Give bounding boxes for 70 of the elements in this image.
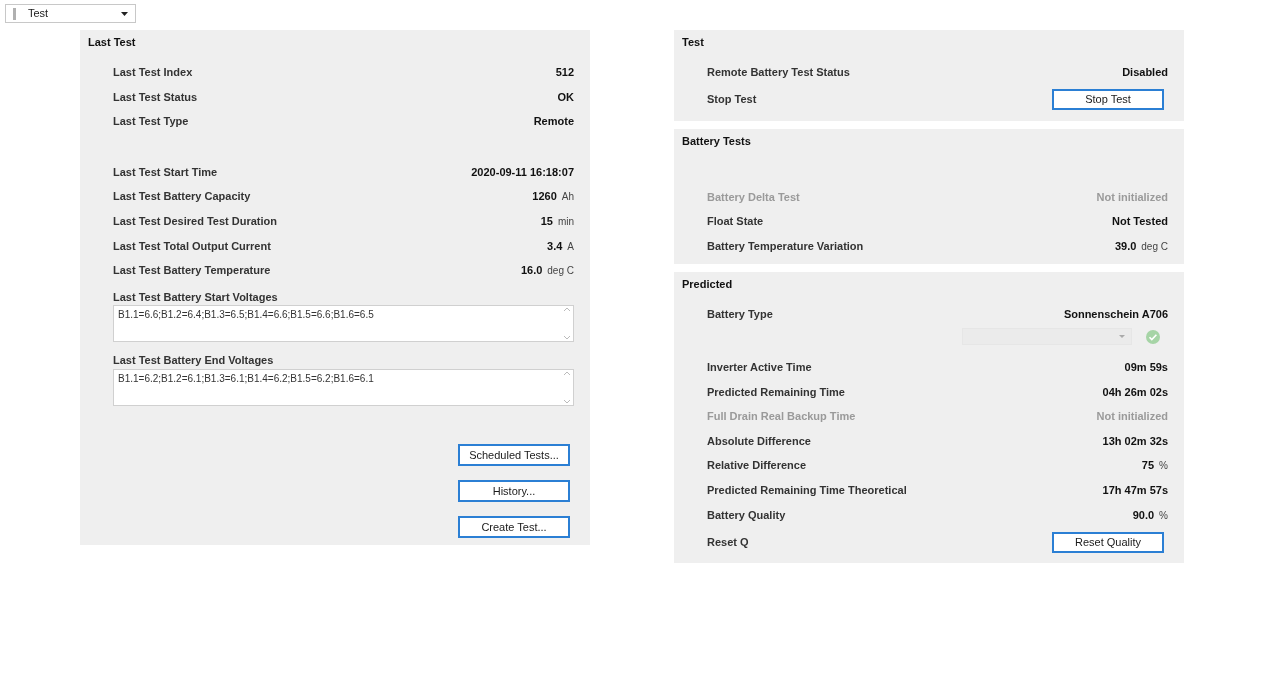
scroll-down-icon[interactable] bbox=[563, 398, 571, 404]
field-label: Last Test Type bbox=[113, 114, 189, 130]
field-label: Battery Delta Test bbox=[707, 189, 800, 205]
field-value: 3.4 bbox=[547, 238, 563, 254]
field-value: 13h 02m 32s bbox=[1102, 433, 1168, 449]
scroll-down-icon[interactable] bbox=[563, 335, 571, 341]
check-circle-icon[interactable] bbox=[1146, 329, 1160, 344]
field-value: 04h 26m 02s bbox=[1102, 384, 1168, 400]
panel-title: Predicted bbox=[682, 277, 734, 293]
field-label: Relative Difference bbox=[707, 458, 807, 474]
field-label: Last Test Total Output Current bbox=[113, 238, 271, 254]
field-label: Battery Quality bbox=[707, 507, 786, 523]
field-label: Last Test Battery Capacity bbox=[113, 189, 251, 205]
field-label: Predicted Remaining Time Theoretical bbox=[707, 483, 907, 498]
field-value: 17h 47m 57s bbox=[1102, 483, 1168, 498]
scroll-up-icon[interactable] bbox=[563, 307, 571, 313]
unit-label: deg C bbox=[1141, 239, 1168, 254]
field-value: 512 bbox=[555, 65, 574, 81]
voltages-text-area[interactable]: B1.1=6.6;B1.2=6.4;B1.3=6.5;B1.4=6.6;B1.5=6.6;B1.6=6.5 bbox=[113, 305, 574, 343]
unit-label: Ah bbox=[561, 190, 574, 205]
action-button[interactable]: History... bbox=[458, 479, 570, 502]
action-button[interactable]: Reset Quality bbox=[1052, 531, 1164, 553]
action-button[interactable]: Create Test... bbox=[458, 515, 570, 538]
unit-label: A bbox=[567, 239, 574, 254]
field-value: OK bbox=[557, 89, 574, 105]
field-value: Disabled bbox=[1122, 65, 1168, 81]
field-label: Last Test Desired Test Duration bbox=[113, 214, 278, 229]
field-label: Last Test Battery Temperature bbox=[113, 263, 271, 279]
panel-title: Last Test bbox=[88, 35, 137, 50]
field-label: Battery Temperature Variation bbox=[707, 238, 864, 254]
field-value: 09m 59s bbox=[1124, 360, 1168, 375]
field-label: Last Test Battery Start Voltages bbox=[113, 289, 279, 305]
field-value: 15 bbox=[540, 214, 553, 229]
field-label: Last Test Battery End Voltages bbox=[113, 353, 275, 369]
field-label: Battery Type bbox=[707, 307, 773, 323]
field-label: Predicted Remaining Time bbox=[707, 384, 845, 400]
field-label: Remote Battery Test Status bbox=[707, 65, 850, 81]
field-value: Remote bbox=[533, 114, 574, 130]
unit-label: % bbox=[1159, 508, 1168, 523]
unit-label: min bbox=[557, 215, 574, 229]
action-button[interactable]: Scheduled Tests... bbox=[458, 443, 570, 466]
field-label: Stop Test bbox=[707, 92, 757, 108]
field-value: Not Tested bbox=[1111, 214, 1168, 230]
view-dropdown[interactable]: Test bbox=[5, 4, 136, 23]
field-value: Not initialized bbox=[1096, 409, 1168, 425]
field-value: 90.0 bbox=[1132, 507, 1155, 523]
field-label: Last Test Index bbox=[113, 65, 193, 81]
panel-title: Battery Tests bbox=[682, 133, 752, 149]
field-label: Float State bbox=[707, 214, 764, 230]
action-button[interactable]: Stop Test bbox=[1052, 89, 1164, 111]
field-value: 1260 bbox=[532, 189, 557, 205]
caret-icon bbox=[1119, 335, 1125, 339]
field-value: 75 bbox=[1141, 458, 1155, 474]
scroll-up-icon[interactable] bbox=[563, 370, 571, 376]
caret-icon bbox=[121, 11, 128, 16]
unit-label: % bbox=[1159, 459, 1168, 474]
field-value: 39.0 bbox=[1114, 238, 1137, 254]
field-label: Absolute Difference bbox=[707, 433, 811, 449]
field-label: Inverter Active Time bbox=[707, 360, 812, 375]
field-value: 16.0 bbox=[520, 263, 543, 279]
field-label: Full Drain Real Backup Time bbox=[707, 409, 856, 425]
panel-title: Test bbox=[682, 35, 705, 50]
field-label: Last Test Status bbox=[113, 89, 198, 105]
field-value: Not initialized bbox=[1096, 189, 1168, 205]
unit-label: deg C bbox=[547, 264, 574, 279]
field-value: Sonnenschein A706 bbox=[1063, 307, 1168, 323]
field-label: Reset Q bbox=[707, 534, 749, 550]
voltages-text-area[interactable]: B1.1=6.2;B1.2=6.1;B1.3=6.1;B1.4=6.2;B1.5=6.2;B1.6=6.1 bbox=[113, 368, 574, 406]
field-value: 2020-09-11 16:18:07 bbox=[471, 164, 574, 180]
field-label: Last Test Start Time bbox=[113, 164, 218, 180]
